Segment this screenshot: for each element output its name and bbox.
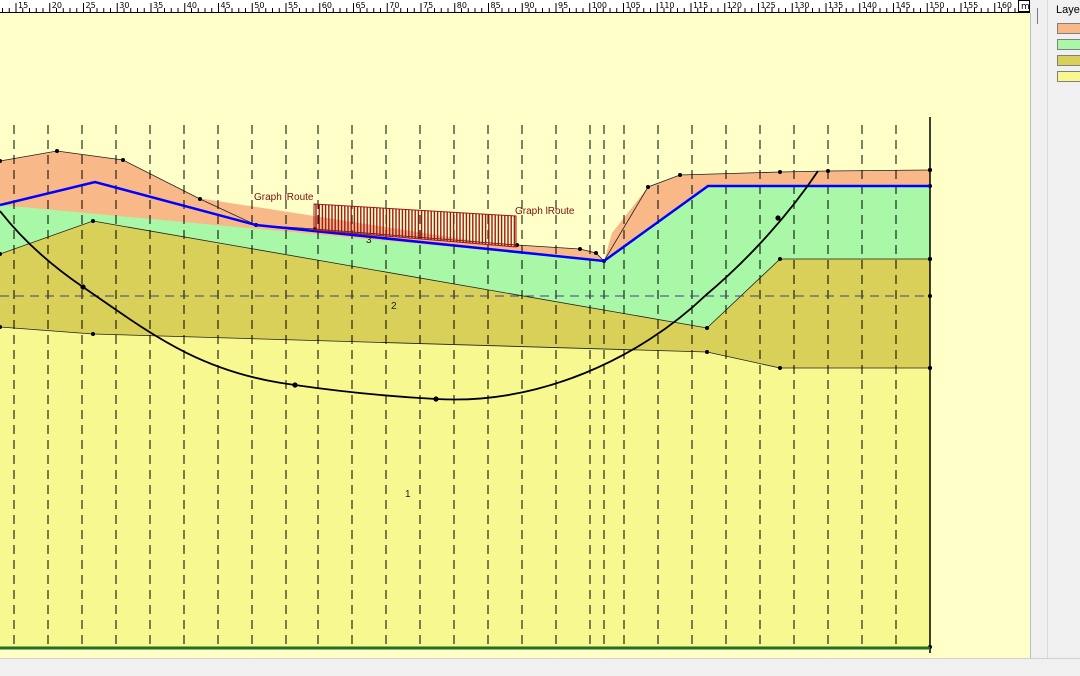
boundary-node xyxy=(705,326,709,330)
ruler-tick-label: 160 xyxy=(997,1,1012,10)
boundary-node xyxy=(646,185,650,189)
boundary-node xyxy=(928,168,932,172)
boundary-node xyxy=(594,251,598,255)
ruler-tick-label: 20 xyxy=(52,1,62,10)
status-bar xyxy=(0,658,1080,676)
ruler-tick-label: 125 xyxy=(761,1,776,10)
slip-circle-node xyxy=(433,396,439,402)
legend-swatch-green[interactable] xyxy=(1057,39,1080,50)
ruler-tick-label: 140 xyxy=(862,1,877,10)
ruler-tick-label: 85 xyxy=(491,1,501,10)
layer-legend-panel: Layer xyxy=(1047,0,1080,658)
splitter-handle[interactable] xyxy=(1037,8,1038,24)
boundary-node xyxy=(778,366,782,370)
legend-swatch-yellow[interactable] xyxy=(1057,71,1080,82)
ruler-tick-label: 30 xyxy=(119,1,129,10)
geometry-canvas[interactable]: 1 2 3 Graph lRoute Graph lRoute xyxy=(0,13,1031,658)
boundary-node xyxy=(778,170,782,174)
layer-1-region xyxy=(0,327,930,647)
legend-title: Layer xyxy=(1056,4,1080,16)
ruler-unit-label: m xyxy=(1021,2,1030,12)
boundary-node xyxy=(55,149,59,153)
boundary-node xyxy=(678,173,682,177)
ruler-tick-label: 15 xyxy=(18,1,28,10)
ruler-tick-label: 75 xyxy=(423,1,433,10)
ruler-tick-label: 25 xyxy=(86,1,96,10)
boundary-node xyxy=(91,219,95,223)
cross-section-drawing[interactable]: 1 2 3 Graph lRoute Graph lRoute xyxy=(0,13,1030,658)
splitter[interactable] xyxy=(1031,0,1047,658)
boundary-node xyxy=(928,366,932,370)
graph-route-label: Graph lRoute xyxy=(515,206,575,217)
boundary-node xyxy=(198,197,202,201)
ruler-tick-label: 135 xyxy=(828,1,843,10)
ruler-tick-label: 155 xyxy=(963,1,978,10)
boundary-node xyxy=(578,247,582,251)
ruler-tick-label: 50 xyxy=(254,1,264,10)
ruler-tick-label: 100 xyxy=(592,1,607,10)
ruler-tick-label: 120 xyxy=(727,1,742,10)
legend-swatch-sand[interactable] xyxy=(1057,23,1080,34)
ruler-tick-label: 80 xyxy=(457,1,467,10)
boundary-node xyxy=(121,158,125,162)
ruler-tick-label: 105 xyxy=(626,1,641,10)
layer-number-label: 3 xyxy=(366,235,372,246)
slip-circle-node xyxy=(80,284,86,290)
ruler-tick-label: 40 xyxy=(187,1,197,10)
boundary-node xyxy=(778,257,782,261)
ruler-tick-label: 110 xyxy=(659,1,674,10)
ruler-tick-label: 150 xyxy=(929,1,944,10)
ruler-tick-label: 45 xyxy=(221,1,231,10)
boundary-node xyxy=(91,332,95,336)
legend-swatch-olive[interactable] xyxy=(1057,55,1080,66)
slip-circle-node xyxy=(292,382,298,388)
layer-number-label: 1 xyxy=(405,489,411,500)
ruler-tick-label: 145 xyxy=(896,1,911,10)
ruler-tick-label: 95 xyxy=(558,1,568,10)
ruler-tick-label: 115 xyxy=(693,1,708,10)
ruler-tick-label: 55 xyxy=(288,1,298,10)
ruler-tick-label: 65 xyxy=(356,1,366,10)
boundary-node xyxy=(705,350,709,354)
ruler-tick-label: 70 xyxy=(389,1,399,10)
ruler-tick-label: 90 xyxy=(524,1,534,10)
boundary-node xyxy=(928,294,932,298)
graph-route-label: Graph lRoute xyxy=(254,192,314,203)
boundary-node xyxy=(928,257,932,261)
ruler-tick-label: 35 xyxy=(153,1,163,10)
ruler-tick-label: 130 xyxy=(794,1,809,10)
slip-circle-node xyxy=(775,215,781,221)
horizontal-ruler: 15 20 25 30 35 40 45 50 55 60 65 70 75 80 85 90 95 100 105… xyxy=(0,0,1030,13)
layer-number-label: 2 xyxy=(391,301,397,312)
ruler-tick-label: 60 xyxy=(322,1,332,10)
